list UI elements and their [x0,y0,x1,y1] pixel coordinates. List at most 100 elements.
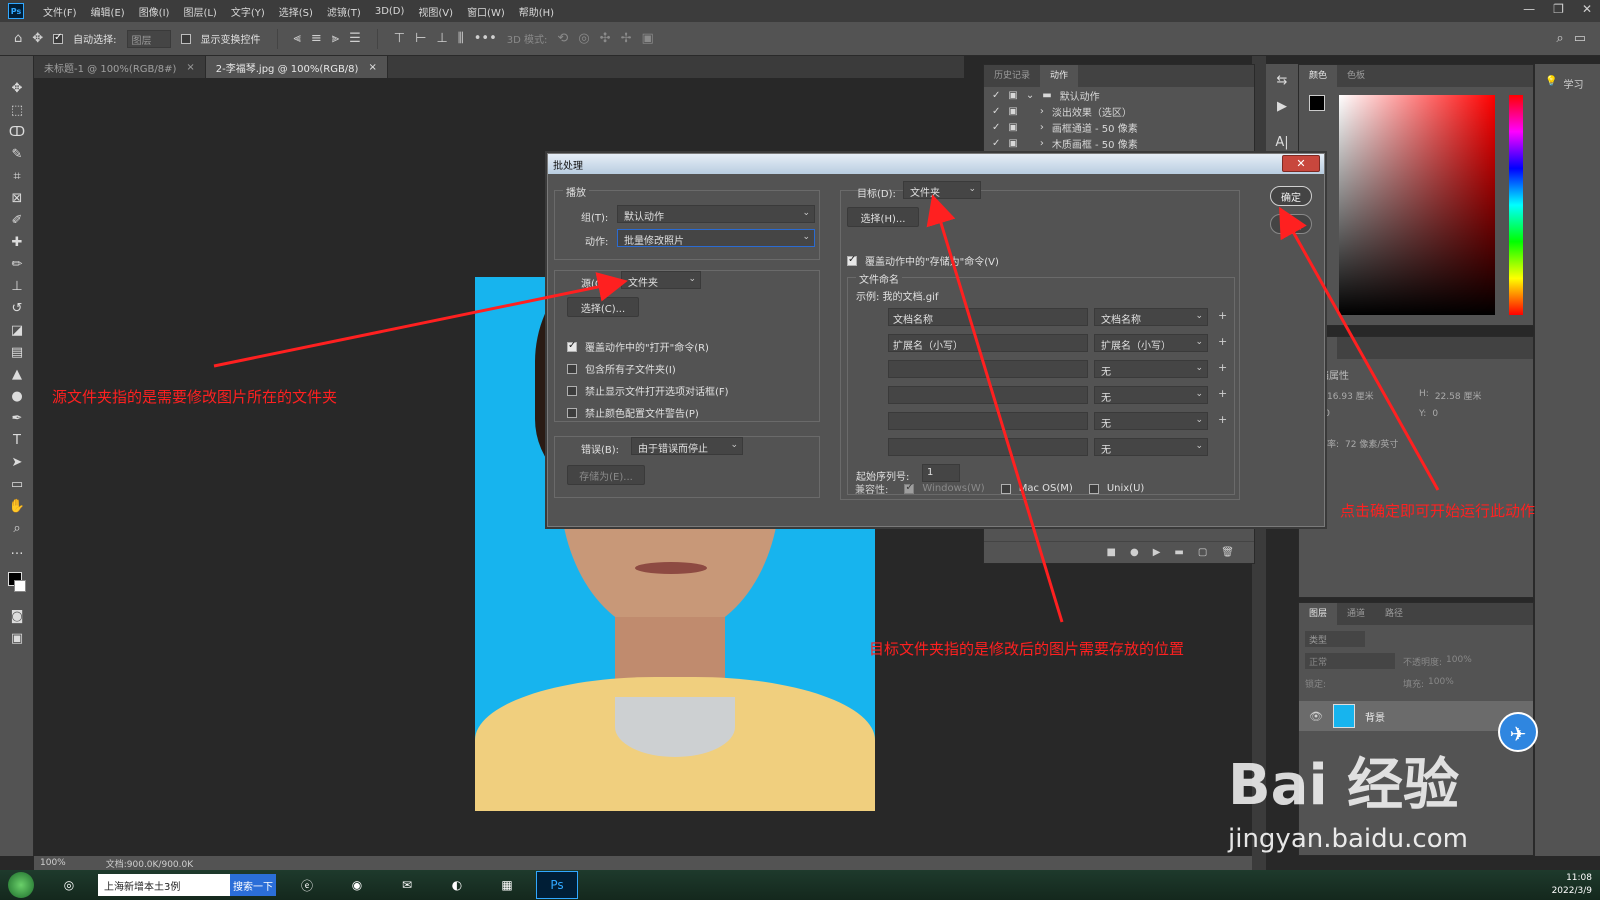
learn-tab[interactable]: 💡 学习 [1535,64,1600,103]
width-value[interactable]: 16.93 厘米 [1327,389,1374,402]
history-panel-icon[interactable]: ⇆ [1273,72,1291,90]
play-icon[interactable]: ▶ [1153,547,1161,558]
suppress-color-warning-checkbox[interactable] [567,407,577,418]
check-icon[interactable]: ✓ [992,138,1000,149]
chevron-right-icon[interactable]: › [1040,138,1044,149]
zoom-level[interactable]: 100% [40,858,66,868]
serial-input[interactable]: 1 [922,464,960,482]
path-select-icon[interactable]: ➤ [8,454,26,472]
layer-filter-select[interactable]: 类型 [1305,631,1365,647]
3d-slide-icon[interactable]: ✢ [621,31,632,46]
photoshop-task-icon[interactable]: Ps [536,871,578,899]
wechat-icon[interactable]: ✉ [386,871,428,899]
naming-select-5[interactable]: 无 ⌄ [1094,412,1208,430]
auto-select-dropdown[interactable]: 图层 [126,29,171,48]
naming-select-1[interactable]: 文档名称 ⌄ [1094,308,1208,326]
naming-select-2[interactable]: 扩展名（小写） ⌄ [1094,334,1208,352]
menu-file[interactable]: 文件(F) [36,4,84,19]
actions-play-icon[interactable]: ▶ [1273,98,1291,116]
search-button[interactable]: 搜索一下 [230,874,276,896]
action-dropdown[interactable]: 批量修改照片 ⌄ [617,229,815,247]
distribute-icon[interactable]: ☰ [349,31,361,46]
align-bottom-icon[interactable]: ⊥ [436,31,447,46]
compat-mac-row[interactable]: Mac OS(M) [1000,483,1073,494]
compat-unix-checkbox[interactable] [1088,483,1099,494]
search-icon[interactable]: ⌕ [1556,31,1563,46]
folder-icon[interactable]: ▦ [486,871,528,899]
y-value[interactable]: 0 [1432,409,1438,419]
stamp-tool-icon[interactable]: ⊥ [8,278,26,296]
system-tray-clock[interactable]: 11:08 2022/3/9 [1552,872,1592,898]
menu-image[interactable]: 图像(I) [132,4,177,19]
align-left-icon[interactable]: ⫷ [294,31,301,46]
quick-select-tool-icon[interactable]: ✎ [8,146,26,164]
auto-select-checkbox[interactable] [53,32,64,44]
delete-icon[interactable]: 🗑 [1221,547,1234,558]
3d-orbit-icon[interactable]: ⟲ [557,31,568,46]
expand-icon[interactable]: ⌄ [1026,90,1034,101]
align-right-icon[interactable]: ⫸ [332,31,339,46]
minimize-button[interactable]: — [1523,2,1535,16]
type-tool-icon[interactable]: T [8,432,26,450]
start-button[interactable] [8,872,34,898]
naming-field-4[interactable] [888,386,1088,404]
menu-3d[interactable]: 3D(D) [368,6,412,17]
x-value[interactable]: 0 [1324,409,1330,419]
3d-pan-icon[interactable]: ✣ [600,31,611,46]
zoom-tool-icon[interactable]: ⌕ [8,520,26,538]
eraser-tool-icon[interactable]: ◪ [8,322,26,340]
hue-slider[interactable] [1509,95,1523,315]
history-brush-icon[interactable]: ↺ [8,300,26,318]
screen-mode-icon[interactable]: ▣ [8,630,26,648]
override-save-row[interactable]: 覆盖动作中的"存储为"命令(V) [847,253,999,268]
height-value[interactable]: 22.58 厘米 [1435,389,1482,402]
close-window-button[interactable]: ✕ [1582,2,1592,16]
check-icon[interactable]: ✓ [992,122,1000,133]
naming-field-6[interactable] [888,438,1088,456]
gradient-tool-icon[interactable]: ▤ [8,344,26,362]
naming-field-3[interactable] [888,360,1088,378]
dialog-toggle-icon[interactable]: ▣ [1008,106,1017,117]
menu-edit[interactable]: 编辑(E) [84,4,132,19]
plus-icon[interactable]: + [1218,413,1227,426]
reset-button[interactable]: 复位 [1270,214,1312,234]
ok-button[interactable]: 确定 [1270,186,1312,206]
plus-icon[interactable]: + [1218,387,1227,400]
chrome-icon[interactable]: ◉ [336,871,378,899]
plus-icon[interactable]: + [1218,309,1227,322]
dialog-toggle-icon[interactable]: ▣ [1008,138,1017,149]
tab-swatches[interactable]: 色板 [1337,65,1375,87]
blend-mode-select[interactable]: 正常 [1305,653,1395,669]
compat-mac-checkbox[interactable] [1000,483,1011,494]
suppress-open-dialog-row[interactable]: 禁止显示文件打开选项对话框(F) [567,383,729,398]
show-transform-checkbox[interactable] [180,33,191,44]
new-set-icon[interactable]: ▬ [1174,547,1183,558]
dialog-toggle-icon[interactable]: ▣ [1008,122,1017,133]
source-dropdown[interactable]: 文件夹 ⌄ [621,271,701,289]
healing-brush-icon[interactable]: ✚ [8,234,26,252]
crop-tool-icon[interactable]: ⌗ [8,168,26,186]
include-subfolders-row[interactable]: 包含所有子文件夹(I) [567,361,676,376]
compat-windows-row[interactable]: Windows(W) [904,482,985,494]
naming-select-6[interactable]: 无 ⌄ [1094,438,1208,456]
edit-toolbar-icon[interactable]: … [8,542,26,560]
menu-type[interactable]: 文字(Y) [224,4,272,19]
include-subfolders-checkbox[interactable] [567,363,577,374]
plus-icon[interactable]: + [1218,335,1227,348]
foreground-color-swatch[interactable] [1309,95,1325,111]
dialog-close-button[interactable]: ✕ [1282,155,1320,172]
opacity-value[interactable]: 100% [1446,655,1472,668]
naming-select-4[interactable]: 无 ⌄ [1094,386,1208,404]
naming-field-2[interactable]: 扩展名（小写） [888,334,1088,352]
compat-windows-checkbox[interactable] [904,482,915,494]
tab-layers[interactable]: 图层 [1299,603,1338,625]
lasso-tool-icon[interactable]: ↀ [8,124,26,142]
3d-camera-icon[interactable]: ▣ [641,31,653,46]
menu-layer[interactable]: 图层(L) [176,4,223,19]
override-save-checkbox[interactable] [847,254,857,266]
fill-value[interactable]: 100% [1428,677,1454,690]
marquee-tool-icon[interactable]: ⬚ [8,102,26,120]
menu-select[interactable]: 选择(S) [272,4,320,19]
menu-view[interactable]: 视图(V) [411,4,460,19]
save-as-button[interactable]: 存储为(E)... [567,465,645,485]
